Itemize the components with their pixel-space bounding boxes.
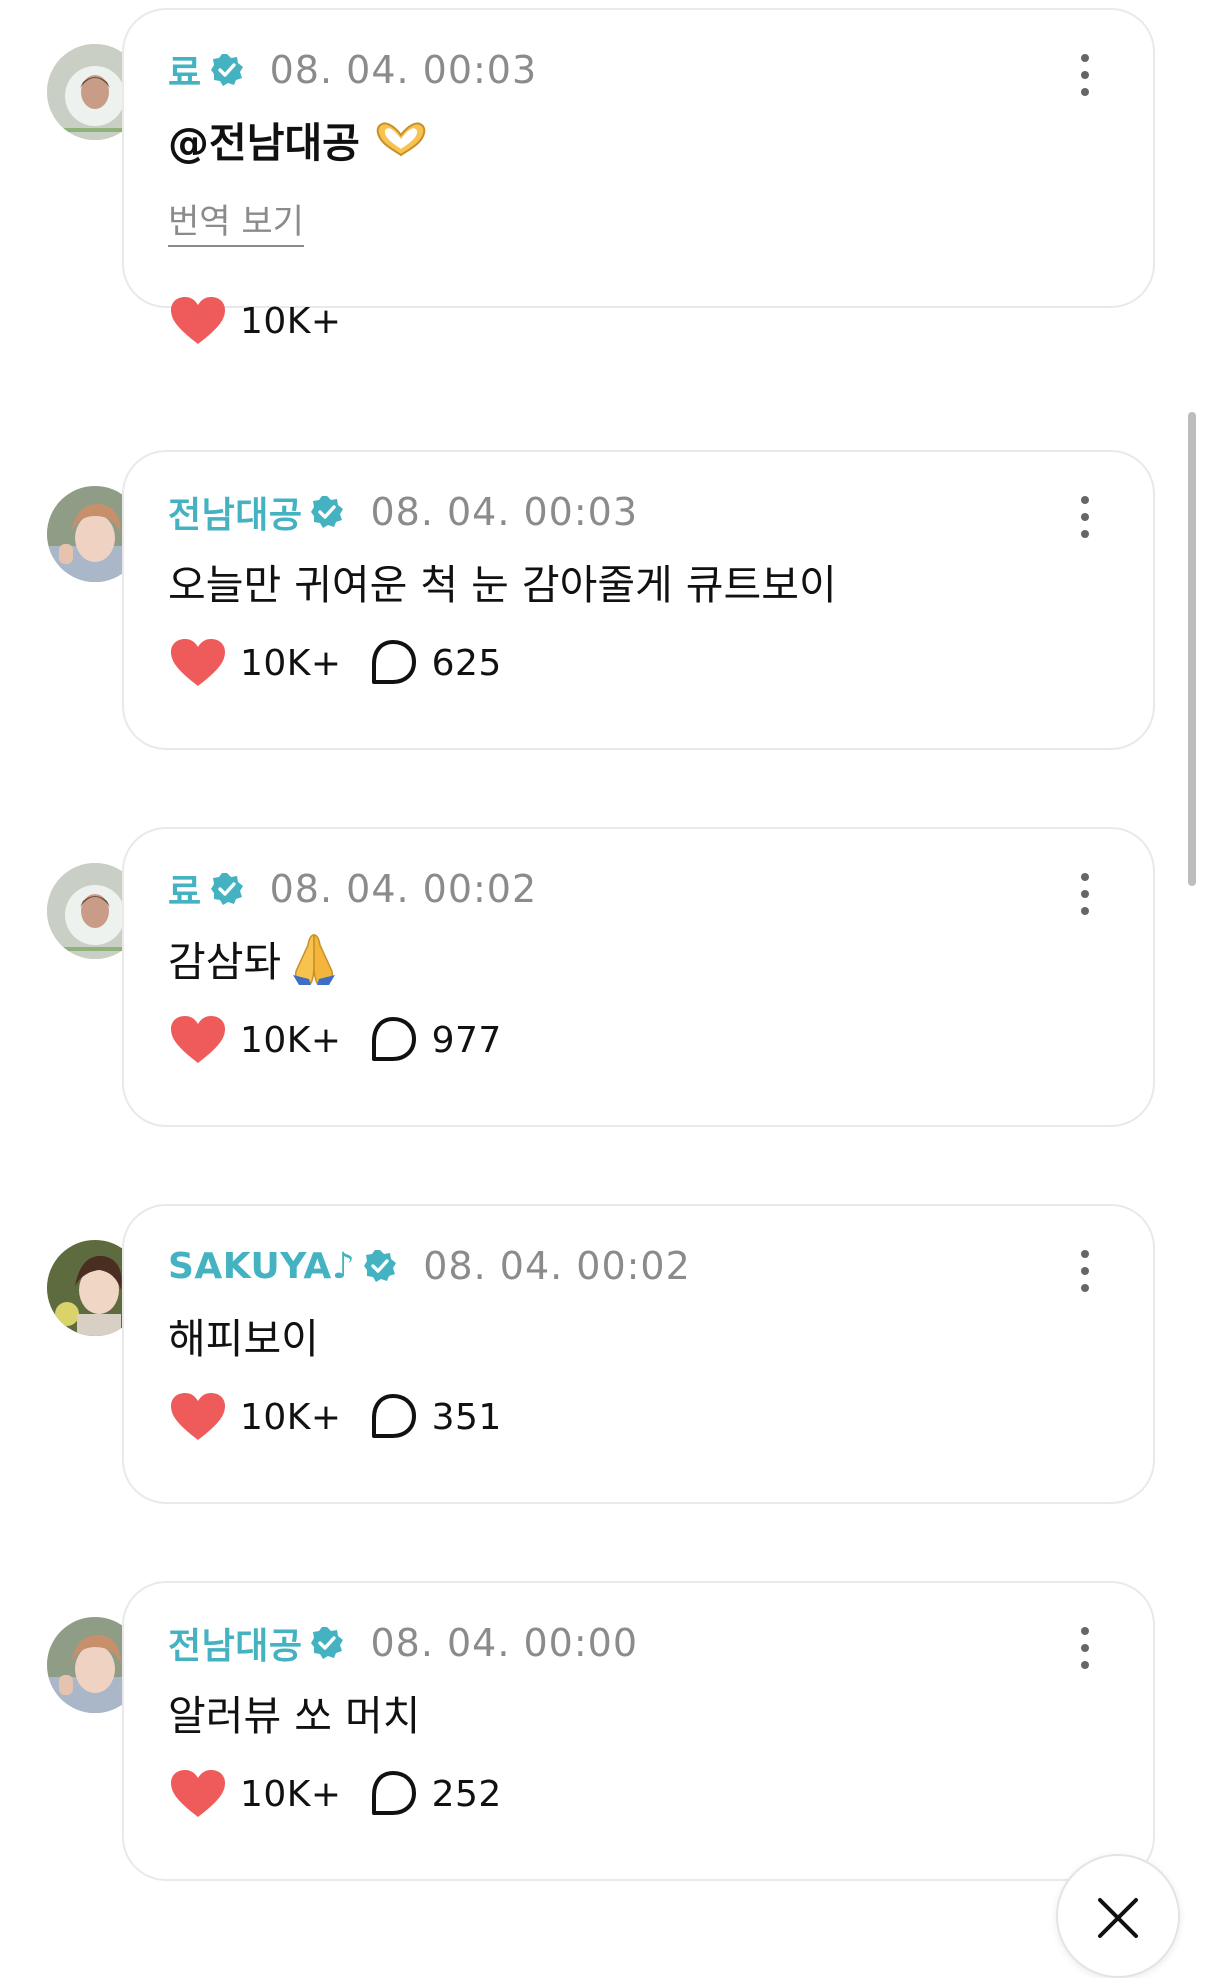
heart-icon [171,1016,225,1063]
author-name[interactable]: 료 [168,863,202,915]
more-vertical-icon[interactable] [1070,869,1100,919]
like-button[interactable]: 10K+ [170,1392,342,1442]
comment-bubble-icon [371,1394,416,1438]
comment-count: 625 [431,642,502,684]
author-name[interactable]: 료 [168,44,202,96]
comment-body: 오늘만 귀여운 척 눈 감아줄게 큐트보이 [168,561,837,609]
heart-icon [171,639,225,686]
comment-text: 알러뷰 쏘 머치 [168,1682,420,1742]
comments-button[interactable]: 977 [368,1015,502,1065]
comment-count: 351 [431,1396,502,1438]
like-count: 10K+ [240,300,342,342]
comment-count: 252 [431,1773,502,1815]
like-count: 10K+ [240,1396,342,1438]
comment-actions: 10K+ 625 [170,633,502,693]
close-icon [1098,1898,1138,1938]
verified-badge-icon [310,1626,344,1660]
comment-item: 료 08. 04. 00:03 @전남대공 번역 보기 10K+ [0,8,1206,344]
comment-body: 감삼돠 [168,938,282,986]
verified-badge-icon [210,872,244,906]
timestamp: 08. 04. 00:03 [269,48,538,92]
comment-header: 전남대공 08. 04. 00:00 [168,1613,638,1673]
like-count: 10K+ [240,1773,342,1815]
verified-badge-icon [210,53,244,87]
comment-text: 해피보이 [168,1305,319,1365]
comments-button[interactable]: 252 [368,1769,502,1819]
comment-header: 전남대공 08. 04. 00:03 [168,482,638,542]
like-button[interactable]: 10K+ [170,296,342,346]
like-count: 10K+ [240,642,342,684]
timestamp: 08. 04. 00:02 [423,1244,691,1288]
timestamp: 08. 04. 00:03 [370,490,639,534]
comment-bubble-icon [371,1771,416,1815]
comment-actions: 10K+ [170,291,342,351]
scrollbar[interactable] [1188,412,1196,886]
comment-body: 알러뷰 쏘 머치 [168,1692,421,1740]
comment-item: 료 08. 04. 00:02 감삼돠 10K+ 977 [0,827,1206,1131]
folded-hands-emoji-icon [285,929,343,987]
comment-header: SAKUYA♪ 08. 04. 00:02 [168,1236,691,1296]
like-button[interactable]: 10K+ [170,1015,342,1065]
comments-button[interactable]: 625 [368,638,502,688]
more-vertical-icon[interactable] [1070,492,1100,542]
more-vertical-icon[interactable] [1070,50,1100,100]
like-button[interactable]: 10K+ [170,638,342,688]
comment-actions: 10K+ 252 [170,1764,502,1824]
verified-badge-icon [310,495,344,529]
like-count: 10K+ [240,1019,342,1061]
mention-link[interactable]: @전남대공 [168,109,360,169]
comments-button[interactable]: 351 [368,1392,502,1442]
more-vertical-icon[interactable] [1070,1246,1100,1296]
comment-bubble-icon [371,1017,416,1061]
translate-link[interactable]: 번역 보기 [168,194,304,247]
comment-text: 감삼돠 [168,928,343,988]
timestamp: 08. 04. 00:02 [269,867,538,911]
timestamp: 08. 04. 00:00 [370,1621,639,1665]
author-name[interactable]: SAKUYA♪ [168,1246,355,1287]
heart-icon [171,1770,225,1817]
heart-hands-emoji-icon [374,119,428,159]
comment-item: 전남대공 08. 04. 00:00 알러뷰 쏘 머치 10K+ 252 [0,1581,1206,1885]
comment-actions: 10K+ 351 [170,1387,502,1447]
like-button[interactable]: 10K+ [170,1769,342,1819]
comment-header: 료 08. 04. 00:02 [168,859,537,919]
comment-text: @전남대공 [168,109,428,169]
close-button[interactable] [1056,1854,1180,1978]
comment-item: SAKUYA♪ 08. 04. 00:02 해피보이 10K+ 351 [0,1204,1206,1508]
heart-icon [171,1393,225,1440]
comment-item: 전남대공 08. 04. 00:03 오늘만 귀여운 척 눈 감아줄게 큐트보이… [0,450,1206,754]
comment-count: 977 [431,1019,502,1061]
author-name[interactable]: 전남대공 [168,1617,302,1669]
comment-body: 해피보이 [168,1315,319,1363]
author-name[interactable]: 전남대공 [168,486,302,538]
more-vertical-icon[interactable] [1070,1623,1100,1673]
comment-header: 료 08. 04. 00:03 [168,40,537,100]
comment-feed: 료 08. 04. 00:03 @전남대공 번역 보기 10K+ 전남대공 08… [0,0,1206,1912]
comment-text: 오늘만 귀여운 척 눈 감아줄게 큐트보이 [168,551,837,611]
heart-icon [171,297,225,344]
comment-bubble-icon [371,640,416,684]
comment-actions: 10K+ 977 [170,1010,502,1070]
verified-badge-icon [363,1249,397,1283]
